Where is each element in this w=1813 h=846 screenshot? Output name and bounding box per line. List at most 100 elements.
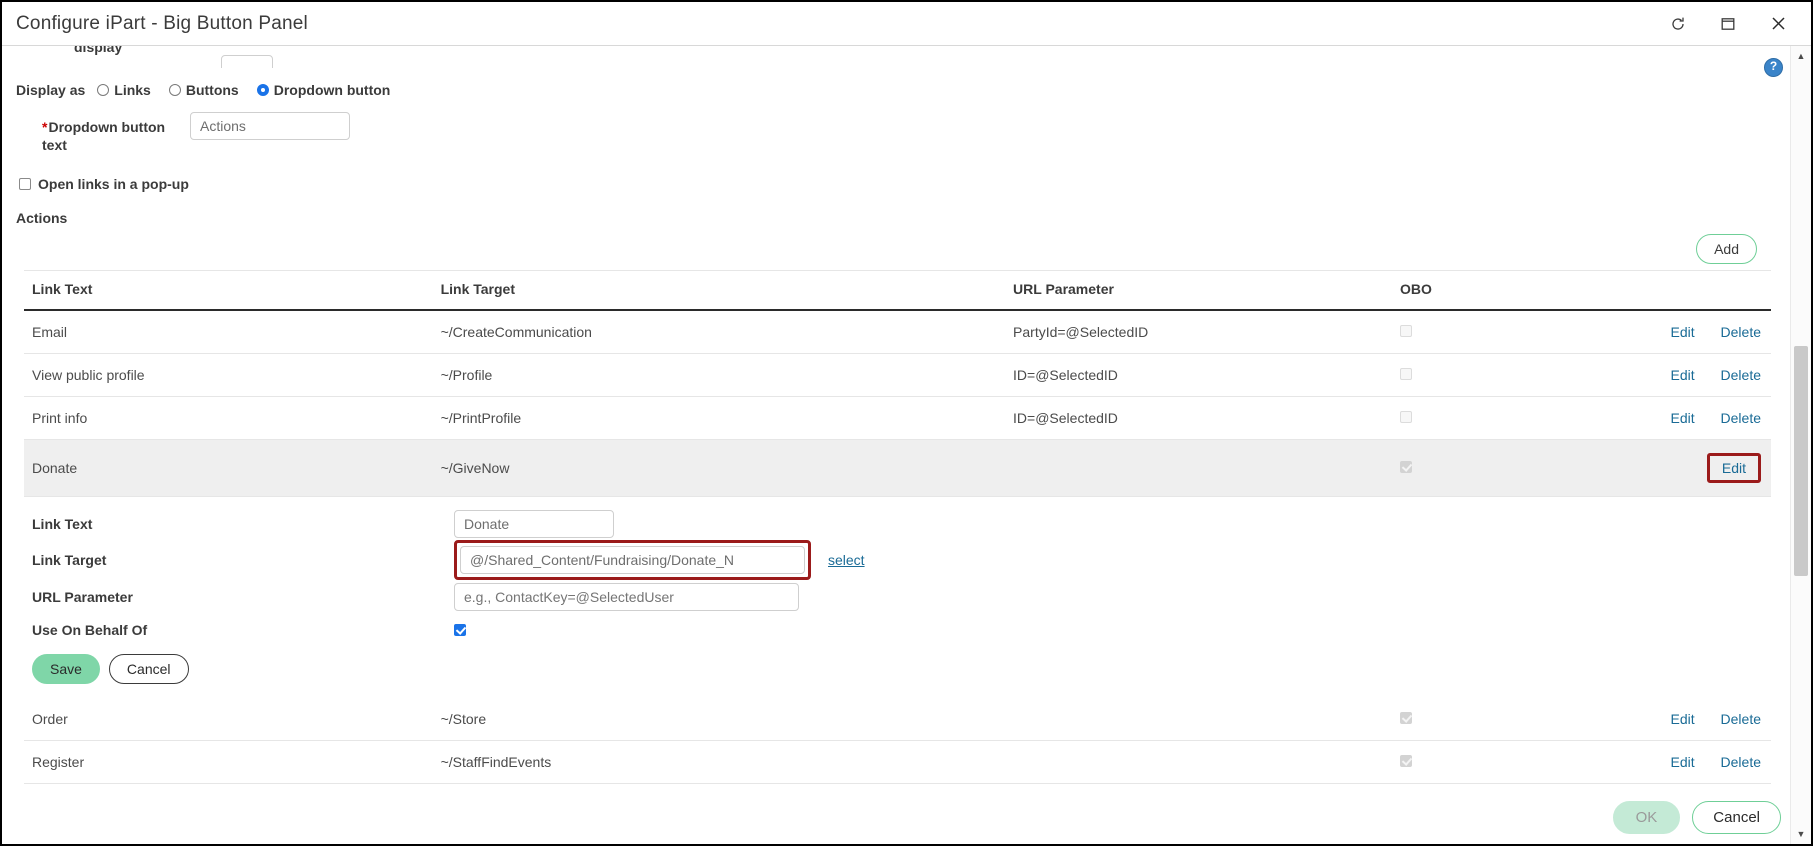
- radio-option-dropdown-button[interactable]: Dropdown button: [256, 82, 391, 98]
- add-action-button[interactable]: Add: [1696, 234, 1757, 264]
- column-header-link-text: Link Text: [24, 270, 441, 311]
- column-header-url-parameter: URL Parameter: [1013, 270, 1400, 311]
- edit-link[interactable]: Edit: [1671, 324, 1695, 340]
- dialog-cancel-button[interactable]: Cancel: [1692, 801, 1781, 834]
- radio-buttons-label: Buttons: [185, 82, 239, 98]
- inline-edit-form: Link Text Link Target select URL: [24, 497, 1771, 698]
- obo-checkbox[interactable]: [1399, 712, 1412, 724]
- radio-buttons-icon[interactable]: [168, 84, 181, 96]
- use-on-behalf-of-checkbox[interactable]: [454, 623, 466, 636]
- scroll-up-arrow-icon[interactable]: ▲: [1791, 46, 1811, 66]
- edit-form-use-on-behalf-of-control: [454, 623, 466, 636]
- dialog-content: display ? Display as Links Buttons Dropd…: [2, 46, 1811, 844]
- edit-form-link-text-input[interactable]: [454, 509, 614, 538]
- edit-form-url-parameter-input[interactable]: [454, 582, 799, 611]
- edit-form-url-parameter-control: [454, 582, 799, 611]
- cell-obo: [1399, 310, 1591, 354]
- radio-dropdown-button-label: Dropdown button: [273, 82, 391, 98]
- dropdown-button-text-label-text: Dropdown button text: [42, 119, 166, 153]
- clipped-display-row: display: [2, 46, 1791, 68]
- cancel-button[interactable]: Cancel: [108, 654, 189, 684]
- cell-obo: [1399, 439, 1591, 497]
- delete-link[interactable]: Delete: [1721, 367, 1761, 383]
- add-button-bar: Add: [2, 226, 1791, 270]
- vertical-scrollbar[interactable]: ▲ ▼: [1790, 46, 1811, 844]
- delete-link[interactable]: Delete: [1721, 711, 1761, 727]
- scroll-down-arrow-icon[interactable]: ▼: [1791, 824, 1811, 844]
- table-row[interactable]: View public profile ~/Profile ID=@Select…: [24, 353, 1771, 397]
- cell-link-text: Print info: [24, 396, 441, 440]
- table-row[interactable]: Email ~/CreateCommunication PartyId=@Sel…: [24, 310, 1771, 354]
- edit-link[interactable]: Edit: [1722, 460, 1746, 476]
- cell-row-actions: Edit Delete: [1590, 740, 1771, 784]
- edit-link[interactable]: Edit: [1671, 711, 1695, 727]
- close-icon[interactable]: [1767, 13, 1789, 35]
- display-as-label: Display as: [16, 82, 86, 98]
- cell-row-actions: Edit: [1590, 439, 1771, 497]
- delete-link[interactable]: Delete: [1721, 410, 1761, 426]
- clipped-display-input[interactable]: [221, 55, 273, 68]
- radio-links-icon[interactable]: [97, 84, 110, 96]
- cell-link-target: ~/PrintProfile: [440, 396, 1014, 440]
- edit-form-use-on-behalf-of-label: Use On Behalf Of: [32, 621, 148, 638]
- radio-links-label: Links: [114, 82, 151, 98]
- edit-form-link-target-row: Link Target select: [24, 540, 1771, 580]
- column-header-link-target: Link Target: [440, 270, 1014, 311]
- obo-checkbox[interactable]: [1399, 461, 1412, 473]
- cell-obo: [1399, 698, 1591, 741]
- save-button[interactable]: Save: [32, 654, 100, 684]
- cell-url-parameter: ID=@SelectedID: [1013, 396, 1400, 440]
- configure-ipart-dialog: Configure iPart - Big Button Panel displ…: [0, 0, 1813, 846]
- cell-row-actions: Edit Delete: [1590, 396, 1771, 440]
- cell-link-target: ~/CreateCommunication: [440, 310, 1014, 354]
- cell-row-actions: Edit Delete: [1590, 353, 1771, 397]
- cell-obo: [1399, 353, 1591, 397]
- radio-dropdown-button-icon[interactable]: [256, 84, 269, 96]
- dropdown-button-text-label: *Dropdown button text: [42, 112, 190, 154]
- edit-link-highlight: Edit: [1706, 453, 1761, 483]
- obo-checkbox[interactable]: [1399, 325, 1412, 337]
- select-link[interactable]: select: [828, 552, 865, 568]
- cell-link-text: Donate: [24, 439, 441, 497]
- edit-form-link-target-input[interactable]: [460, 546, 805, 574]
- help-icon[interactable]: ?: [1764, 58, 1783, 77]
- dropdown-button-text-input[interactable]: [190, 112, 350, 140]
- titlebar-controls: [1667, 13, 1797, 35]
- edit-form-link-text-label: Link Text: [32, 515, 93, 532]
- cell-obo: [1399, 396, 1591, 440]
- obo-checkbox[interactable]: [1399, 368, 1412, 380]
- cell-link-text: Register: [24, 740, 441, 784]
- edit-form-url-parameter-row: URL Parameter: [24, 580, 1771, 613]
- actions-section-title: Actions: [16, 210, 68, 226]
- edit-link[interactable]: Edit: [1671, 367, 1695, 383]
- refresh-icon[interactable]: [1667, 13, 1689, 35]
- cell-row-actions: Edit Delete: [1590, 698, 1771, 741]
- table-row[interactable]: Print info ~/PrintProfile ID=@SelectedID…: [24, 396, 1771, 440]
- edit-form-link-target-control: select: [454, 540, 865, 580]
- edit-link[interactable]: Edit: [1671, 754, 1695, 770]
- table-row-selected[interactable]: Donate ~/GiveNow Edit: [24, 439, 1771, 497]
- delete-link[interactable]: Delete: [1721, 754, 1761, 770]
- edit-form-link-target-label: Link Target: [32, 552, 107, 568]
- obo-checkbox[interactable]: [1399, 755, 1412, 767]
- ok-button[interactable]: OK: [1612, 801, 1681, 834]
- dropdown-button-text-row: *Dropdown button text: [2, 98, 1791, 154]
- radio-option-buttons[interactable]: Buttons: [168, 82, 239, 98]
- open-links-popup-checkbox[interactable]: [19, 178, 31, 190]
- scrollbar-thumb[interactable]: [1794, 346, 1808, 576]
- cell-url-parameter: [1013, 698, 1400, 741]
- obo-checkbox[interactable]: [1399, 411, 1412, 423]
- link-target-highlight: [454, 540, 811, 580]
- edit-form-link-text-row: Link Text: [24, 507, 1771, 540]
- delete-link[interactable]: Delete: [1721, 324, 1761, 340]
- column-header-row-actions: [1590, 270, 1771, 311]
- open-links-popup-row[interactable]: Open links in a pop-up: [2, 154, 1791, 192]
- radio-option-links[interactable]: Links: [97, 82, 151, 98]
- cell-link-text: View public profile: [24, 353, 441, 397]
- open-links-popup-label: Open links in a pop-up: [38, 176, 189, 192]
- table-row[interactable]: Register ~/StaffFindEvents Edit Delete: [24, 740, 1771, 784]
- edit-link[interactable]: Edit: [1671, 410, 1695, 426]
- table-row[interactable]: Order ~/Store Edit Delete: [24, 698, 1771, 741]
- maximize-icon[interactable]: [1717, 13, 1739, 35]
- cell-url-parameter: PartyId=@SelectedID: [1013, 310, 1400, 354]
